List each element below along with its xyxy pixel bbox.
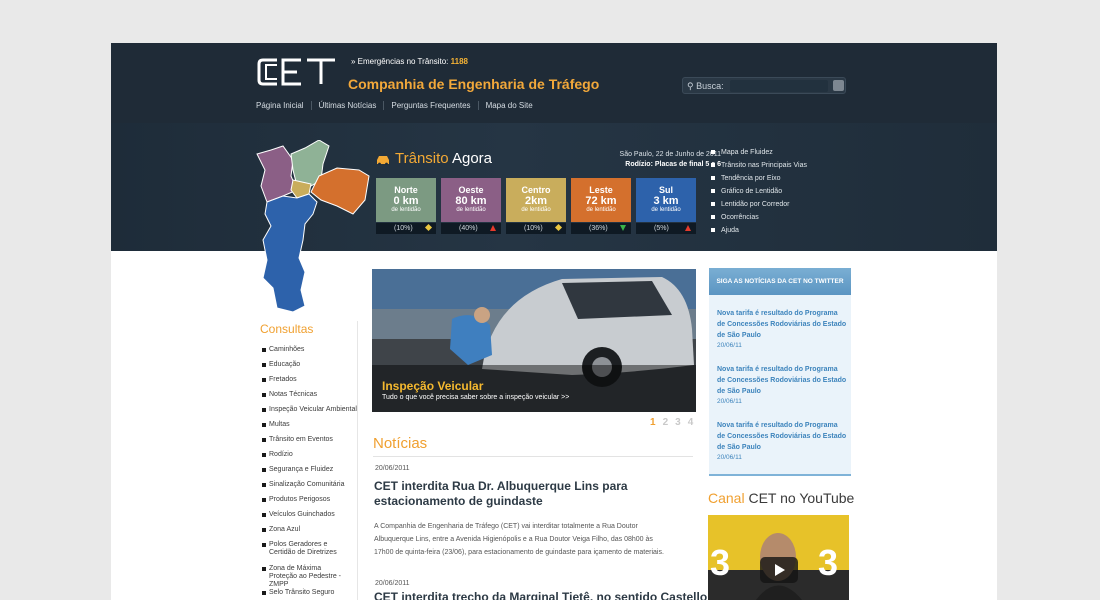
website: » Emergências no Trânsito: 1188 Companhi… [111, 43, 997, 600]
tweet-text[interactable]: Nova tarifa é resultado do Programa de C… [717, 308, 847, 341]
link-ocorrencias[interactable]: Ocorrências [711, 211, 807, 224]
thumb-decor-right: 3 [818, 542, 838, 583]
consulta-item[interactable]: Selo Trânsito Seguro [262, 589, 334, 597]
consulta-item[interactable]: Fretados [262, 376, 297, 384]
twitter-header[interactable]: SIGA AS NOTÍCIAS DA CET NO TWITTER [709, 268, 851, 295]
pager-page-3[interactable]: 3 [675, 417, 681, 428]
search-button[interactable] [833, 80, 844, 91]
zone-pct-norte: (10%) [376, 223, 436, 234]
pager-page-1[interactable]: 1 [650, 417, 656, 428]
top-nav: Página Inicial Últimas Notícias Pergunta… [256, 101, 540, 110]
search-box: ⚲ Busca: [682, 77, 846, 94]
consulta-item[interactable]: Trânsito em Eventos [262, 436, 333, 444]
consulta-item[interactable]: Polos Geradores e Certidão de Diretrizes [262, 541, 342, 557]
rodizio-text: Rodízio: Placas de final 5 e 6 [625, 161, 721, 168]
trend-icon [620, 225, 626, 231]
link-principais-vias[interactable]: Trânsito nas Principais Vias [711, 159, 807, 172]
nav-sitemap[interactable]: Mapa do Site [477, 101, 540, 110]
header: » Emergências no Trânsito: 1188 Companhi… [111, 43, 997, 123]
traffic-title: Trânsito Agora [395, 150, 493, 167]
zone-pct-oeste: (40%) [441, 223, 501, 234]
emergency-info: » Emergências no Trânsito: 1188 [351, 57, 468, 66]
divider [357, 321, 358, 600]
play-icon[interactable] [760, 557, 798, 583]
tweet-date: 20/06/11 [717, 454, 742, 461]
consulta-item[interactable]: Zona de Máxima Proteção ao Pedestre - ZM… [262, 565, 348, 589]
traffic-links: Mapa de Fluidez Trânsito nas Principais … [711, 146, 807, 237]
youtube-title: Canal CET no YouTube [708, 490, 855, 506]
nav-faq[interactable]: Perguntas Frequentes [383, 101, 477, 110]
trend-icon [685, 225, 691, 231]
link-grafico-lentidao[interactable]: Gráfico de Lentidão [711, 185, 807, 198]
thumb-decor-left: 3 [710, 542, 730, 583]
nav-latest-news[interactable]: Últimas Notícias [310, 101, 384, 110]
consulta-item[interactable]: Caminhões [262, 346, 304, 354]
pager-page-4[interactable]: 4 [688, 417, 694, 428]
consulta-item[interactable]: Educação [262, 361, 300, 369]
link-lentidao-corredor[interactable]: Lentidão por Corredor [711, 198, 807, 211]
trend-icon [424, 223, 433, 232]
nav-home[interactable]: Página Inicial [256, 101, 311, 110]
twitter-box: SIGA AS NOTÍCIAS DA CET NO TWITTER Nova … [709, 268, 851, 476]
news-date: 20/06/2011 [375, 580, 410, 587]
tweet-text[interactable]: Nova tarifa é resultado do Programa de C… [717, 420, 847, 453]
slide-caption: Inspeção Veicular Tudo o que você precis… [382, 379, 569, 401]
zone-pct-centro: (10%) [506, 223, 566, 234]
slide-subtitle[interactable]: Tudo o que você precisa saber sobre a in… [382, 394, 569, 401]
slide-pager: 1 2 3 4 [650, 417, 693, 428]
tweet-date: 20/06/11 [717, 398, 742, 405]
consulta-item[interactable]: Inspeção Veicular Ambiental [262, 406, 357, 414]
consulta-item[interactable]: Multas [262, 421, 290, 429]
zone-oeste[interactable]: Oeste 80 km de lentidão [441, 178, 501, 222]
link-tendencia-eixo[interactable]: Tendência por Eixo [711, 172, 807, 185]
search-input[interactable] [730, 80, 828, 92]
zone-pct-sul: (5%) [636, 223, 696, 234]
emergency-label: Emergências no Trânsito: [357, 57, 449, 66]
zone-centro[interactable]: Centro 2km de lentidão [506, 178, 566, 222]
key-icon: ⚲ [687, 81, 694, 91]
news-headline[interactable]: CET interdita Rua Dr. Albuquerque Lins p… [374, 479, 694, 509]
traffic-band: Trânsito Agora São Paulo, 22 de Junho de… [111, 123, 997, 251]
search-label: ⚲ Busca: [687, 81, 724, 91]
consulta-item[interactable]: Segurança e Fluidez [262, 466, 333, 474]
zone-leste[interactable]: Leste 72 km de lentidão [571, 178, 631, 222]
zone-pct-leste: (36%) [571, 223, 631, 234]
zone-sul[interactable]: Sul 3 km de lentidão [636, 178, 696, 222]
trend-icon [490, 225, 496, 231]
youtube-video[interactable]: 3 3 [708, 515, 849, 600]
link-ajuda[interactable]: Ajuda [711, 224, 807, 237]
tweet-date: 20/06/11 [717, 342, 742, 349]
date-text: São Paulo, 22 de Junho de 2011 [619, 151, 721, 158]
emergency-number[interactable]: 1188 [451, 57, 468, 66]
car-icon [377, 156, 389, 165]
featured-slide[interactable]: Inspeção Veicular Tudo o que você precis… [372, 269, 696, 412]
map-zone-sul[interactable] [262, 193, 318, 313]
consulta-item[interactable]: Produtos Perigosos [262, 496, 330, 504]
consulta-item[interactable]: Rodízio [262, 451, 293, 459]
date-info: São Paulo, 22 de Junho de 2011 Rodízio: … [581, 150, 721, 170]
tweet-text[interactable]: Nova tarifa é resultado do Programa de C… [717, 364, 847, 397]
news-title: Notícias [373, 435, 428, 452]
chevrons-icon: » [351, 57, 358, 66]
sao-paulo-region-map[interactable] [253, 140, 373, 315]
divider [373, 456, 693, 457]
pager-page-2[interactable]: 2 [663, 417, 669, 428]
consulta-item[interactable]: Zona Azul [262, 526, 300, 534]
trend-icon [554, 223, 563, 232]
link-mapa-fluidez[interactable]: Mapa de Fluidez [711, 146, 807, 159]
company-name: Companhia de Engenharia de Tráfego [348, 76, 600, 92]
consultas-title: Consultas [260, 322, 314, 336]
consulta-item[interactable]: Notas Técnicas [262, 391, 317, 399]
cet-logo[interactable] [257, 55, 337, 89]
consulta-item[interactable]: Sinalização Comunitária [262, 481, 344, 489]
news-body: A Companhia de Engenharia de Tráfego (CE… [374, 523, 664, 556]
news-date: 20/06/2011 [375, 465, 410, 472]
consulta-item[interactable]: Veículos Guinchados [262, 511, 335, 519]
news-headline[interactable]: CET interdita trecho da Marginal Tietê, … [374, 590, 707, 600]
slide-title[interactable]: Inspeção Veicular [382, 379, 569, 393]
zone-norte[interactable]: Norte 0 km de lentidão [376, 178, 436, 222]
